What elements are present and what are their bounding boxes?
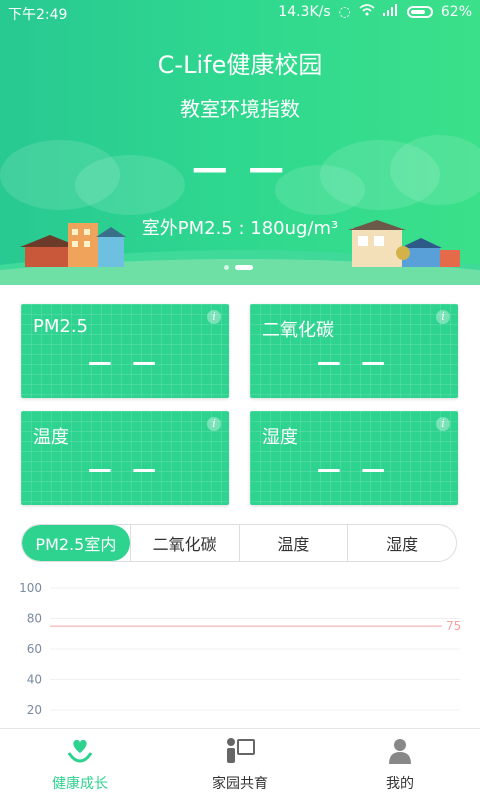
status-time: 下午2:49: [8, 7, 68, 23]
battery-icon: [406, 6, 433, 18]
main-index-value: — —: [191, 148, 289, 189]
town-illustration: [0, 135, 480, 285]
y-tick-label: 40: [27, 673, 42, 687]
outdoor-pm25: 室外PM2.5 : 180ug/m³: [141, 218, 339, 239]
nav-home-school[interactable]: 家园共育: [160, 729, 320, 801]
y-tick-label: 60: [27, 642, 42, 656]
card-value: — —: [316, 455, 392, 483]
tab-co2[interactable]: 二氧化碳: [129, 525, 239, 561]
nav-label: 我的: [386, 776, 414, 792]
nav-label: 家园共育: [212, 776, 268, 792]
card-label: 湿度: [262, 427, 298, 448]
tab-pm25-indoor[interactable]: PM2.5室内: [22, 525, 130, 561]
card-value: — —: [316, 348, 392, 376]
network-speed: 14.3K/s: [278, 4, 331, 20]
nav-label: 健康成长: [52, 776, 108, 792]
header-banner: 下午2:49 14.3K/s ◌ 62% C-Life健康校园 教室环境指数 —…: [0, 0, 480, 285]
nav-mine[interactable]: 我的: [320, 729, 480, 801]
info-icon[interactable]: i: [436, 310, 450, 324]
user-icon: [386, 737, 414, 769]
nav-health-growth[interactable]: 健康成长: [0, 729, 160, 801]
battery-percent: 62%: [440, 4, 472, 20]
wifi-icon: [359, 4, 375, 20]
status-right: 14.3K/s ◌ 62%: [278, 4, 472, 20]
card-value: — —: [87, 348, 163, 376]
card-label: 温度: [33, 427, 69, 448]
info-icon[interactable]: i: [207, 310, 221, 324]
trend-chart: 100 80 60 40 20 75: [19, 581, 461, 717]
heart-hands-icon: [66, 737, 94, 769]
bottom-nav: 健康成长 家园共育 我的: [0, 728, 480, 801]
app-title: C-Life健康校园: [157, 51, 323, 79]
reference-line-label: 75: [446, 619, 461, 633]
y-tick-label: 100: [19, 581, 42, 595]
parent-board-icon: [224, 737, 256, 769]
tab-temperature[interactable]: 温度: [238, 525, 348, 561]
info-icon[interactable]: i: [207, 417, 221, 431]
co2-card[interactable]: 二氧化碳 i — —: [250, 304, 458, 398]
y-tick-label: 80: [27, 612, 42, 626]
carousel-dots[interactable]: [224, 265, 253, 270]
y-tick-label: 20: [27, 703, 42, 717]
card-label: 二氧化碳: [262, 320, 334, 341]
sync-icon: ◌: [338, 4, 351, 20]
carousel-dot-active[interactable]: [235, 265, 253, 270]
page-subtitle: 教室环境指数: [180, 97, 300, 121]
carousel-dot[interactable]: [224, 265, 229, 270]
metric-tabs: PM2.5室内 二氧化碳 温度 湿度: [21, 524, 457, 562]
humidity-card[interactable]: 湿度 i — —: [250, 411, 458, 505]
status-bar: 下午2:49 14.3K/s ◌ 62%: [0, 0, 480, 24]
temperature-card[interactable]: 温度 i — —: [21, 411, 229, 505]
card-value: — —: [87, 455, 163, 483]
card-label: PM2.5: [33, 316, 89, 337]
info-icon[interactable]: i: [436, 417, 450, 431]
pm25-card[interactable]: PM2.5 i — —: [21, 304, 229, 398]
signal-icon: [382, 4, 399, 20]
tab-humidity[interactable]: 湿度: [347, 525, 456, 561]
